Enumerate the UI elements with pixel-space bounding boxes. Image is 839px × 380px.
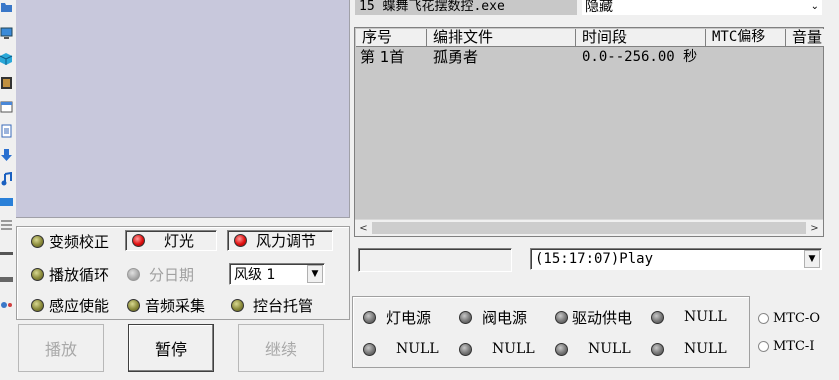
null-indicator: NULL: [651, 338, 727, 360]
by-date-label: 分日期: [149, 265, 195, 284]
grey-led-icon: [459, 310, 472, 324]
grey-led-icon: [363, 310, 376, 324]
play-button[interactable]: 播放: [18, 324, 104, 372]
olive-led-icon: [127, 298, 140, 312]
by-date-indicator[interactable]: 分日期: [127, 263, 194, 285]
window-icon[interactable]: [0, 100, 13, 114]
null-indicator: NULL: [459, 338, 535, 360]
valve-power-indicator: 阀电源: [459, 306, 527, 328]
grey-led-icon: [127, 267, 140, 281]
audio-capture-label: 音频采集: [145, 296, 206, 315]
chevron-down-icon[interactable]: ▼: [804, 250, 820, 268]
toolbar-strip: [0, 0, 14, 320]
preview-panel: [16, 0, 350, 218]
music-note-icon[interactable]: [0, 171, 13, 186]
olive-led-icon: [31, 234, 44, 248]
play-status-select[interactable]: (15:17:07)Play ▼: [530, 248, 822, 270]
indicator-label: NULL: [684, 309, 727, 325]
program-field[interactable]: 15 蝶舞飞花摆数控.exe: [355, 0, 577, 15]
wind-adjust-label: 风力调节: [256, 232, 317, 250]
column-header-volume[interactable]: 音量: [786, 29, 824, 47]
indicator-label: NULL: [492, 341, 535, 357]
red-led-icon: [132, 234, 145, 247]
mtc-in-radio[interactable]: MTC-I: [758, 339, 814, 354]
olive-led-icon: [231, 298, 244, 312]
sensor-enable-indicator[interactable]: 感应使能: [31, 294, 109, 316]
list-icon[interactable]: [0, 218, 13, 232]
console-host-indicator[interactable]: 控台托管: [231, 294, 313, 316]
playlist-table[interactable]: 序号 编排文件 时间段 MTC偏移 音量 第 1首 孤勇者 0.0--256.0…: [354, 27, 824, 237]
freq-correct-indicator[interactable]: 变频校正: [31, 230, 109, 252]
control-group: 变频校正 灯光 风力调节 播放循环 分日期 风级 1 ▼ 感应使能 音频采集 控…: [16, 226, 350, 320]
play-loop-label: 播放循环: [49, 265, 110, 284]
panel-icon[interactable]: [0, 272, 13, 286]
status-box: [358, 248, 512, 272]
folder-icon[interactable]: [0, 0, 13, 14]
indicator-label: NULL: [396, 341, 439, 357]
console-host-label: 控台托管: [253, 296, 314, 315]
wind-level-select[interactable]: 风级 1 ▼: [229, 263, 325, 285]
grey-led-icon: [651, 342, 664, 356]
red-led-icon: [234, 234, 247, 247]
row-time: 0.0--256.00 秒: [582, 49, 698, 65]
chevron-down-icon[interactable]: ⌄: [811, 0, 819, 14]
pause-button[interactable]: 暂停: [128, 324, 214, 372]
visibility-select[interactable]: 隐藏 ⌄: [582, 0, 822, 15]
network-icon[interactable]: [0, 298, 13, 312]
indicator-label: 灯电源: [386, 308, 432, 327]
wind-level-value: 风级 1: [234, 267, 276, 283]
sensor-enable-label: 感应使能: [49, 296, 110, 315]
document-icon[interactable]: [0, 124, 13, 138]
scrollbar-thumb[interactable]: [372, 222, 806, 234]
radio-circle-icon[interactable]: [758, 313, 769, 324]
wind-adjust-toggle[interactable]: 风力调节: [227, 230, 333, 251]
olive-led-icon: [31, 298, 44, 312]
indicator-label: NULL: [684, 341, 727, 357]
row-index: 第 1首: [360, 48, 405, 66]
column-header-index[interactable]: 序号: [356, 29, 427, 47]
mtc-out-radio[interactable]: MTC-O: [758, 311, 820, 326]
grey-led-icon: [651, 310, 664, 324]
radio-label: MTC-O: [773, 311, 820, 326]
resume-button[interactable]: 继续: [238, 324, 324, 372]
audio-capture-indicator[interactable]: 音频采集: [127, 294, 205, 316]
indicator-label: NULL: [588, 341, 631, 357]
chevron-down-icon[interactable]: ▼: [307, 265, 323, 283]
column-header-mtc[interactable]: MTC偏移: [706, 29, 786, 47]
cube-icon[interactable]: [0, 52, 13, 66]
null-indicator: NULL: [363, 338, 439, 360]
dash-icon[interactable]: [0, 246, 13, 260]
play-loop-indicator[interactable]: 播放循环: [31, 263, 109, 285]
row-file: 孤勇者: [433, 48, 479, 66]
film-icon[interactable]: [0, 76, 13, 90]
freq-correct-label: 变频校正: [49, 232, 110, 251]
column-header-time[interactable]: 时间段: [576, 29, 706, 47]
lights-label: 灯光: [164, 232, 195, 250]
grey-led-icon: [555, 310, 568, 324]
scroll-right-icon[interactable]: >: [806, 220, 823, 236]
visibility-value: 隐藏: [585, 0, 613, 15]
lights-toggle[interactable]: 灯光: [125, 230, 217, 251]
column-header-file[interactable]: 编排文件: [427, 29, 576, 47]
indicator-label: 驱动供电: [572, 308, 633, 327]
null-indicator: NULL: [651, 306, 727, 328]
horizontal-scrollbar[interactable]: < >: [355, 219, 823, 236]
screen-icon[interactable]: [0, 196, 13, 210]
download-arrow-icon[interactable]: [0, 148, 13, 162]
grey-led-icon: [555, 342, 568, 356]
null-indicator: NULL: [555, 338, 631, 360]
grey-led-icon: [459, 342, 472, 356]
radio-label: MTC-I: [773, 339, 815, 354]
play-status-value: (15:17:07)Play: [535, 251, 654, 267]
grey-led-icon: [363, 342, 376, 356]
drive-power-indicator: 驱动供电: [555, 306, 632, 328]
scroll-left-icon[interactable]: <: [355, 220, 372, 236]
power-indicator-group: 灯电源 阀电源 驱动供电 NULL NULL NULL NULL NULL: [352, 296, 750, 368]
indicator-label: 阀电源: [482, 308, 528, 327]
light-power-indicator: 灯电源: [363, 306, 431, 328]
radio-circle-icon[interactable]: [758, 341, 769, 352]
monitor-icon[interactable]: [0, 26, 13, 40]
olive-led-icon: [31, 267, 44, 281]
